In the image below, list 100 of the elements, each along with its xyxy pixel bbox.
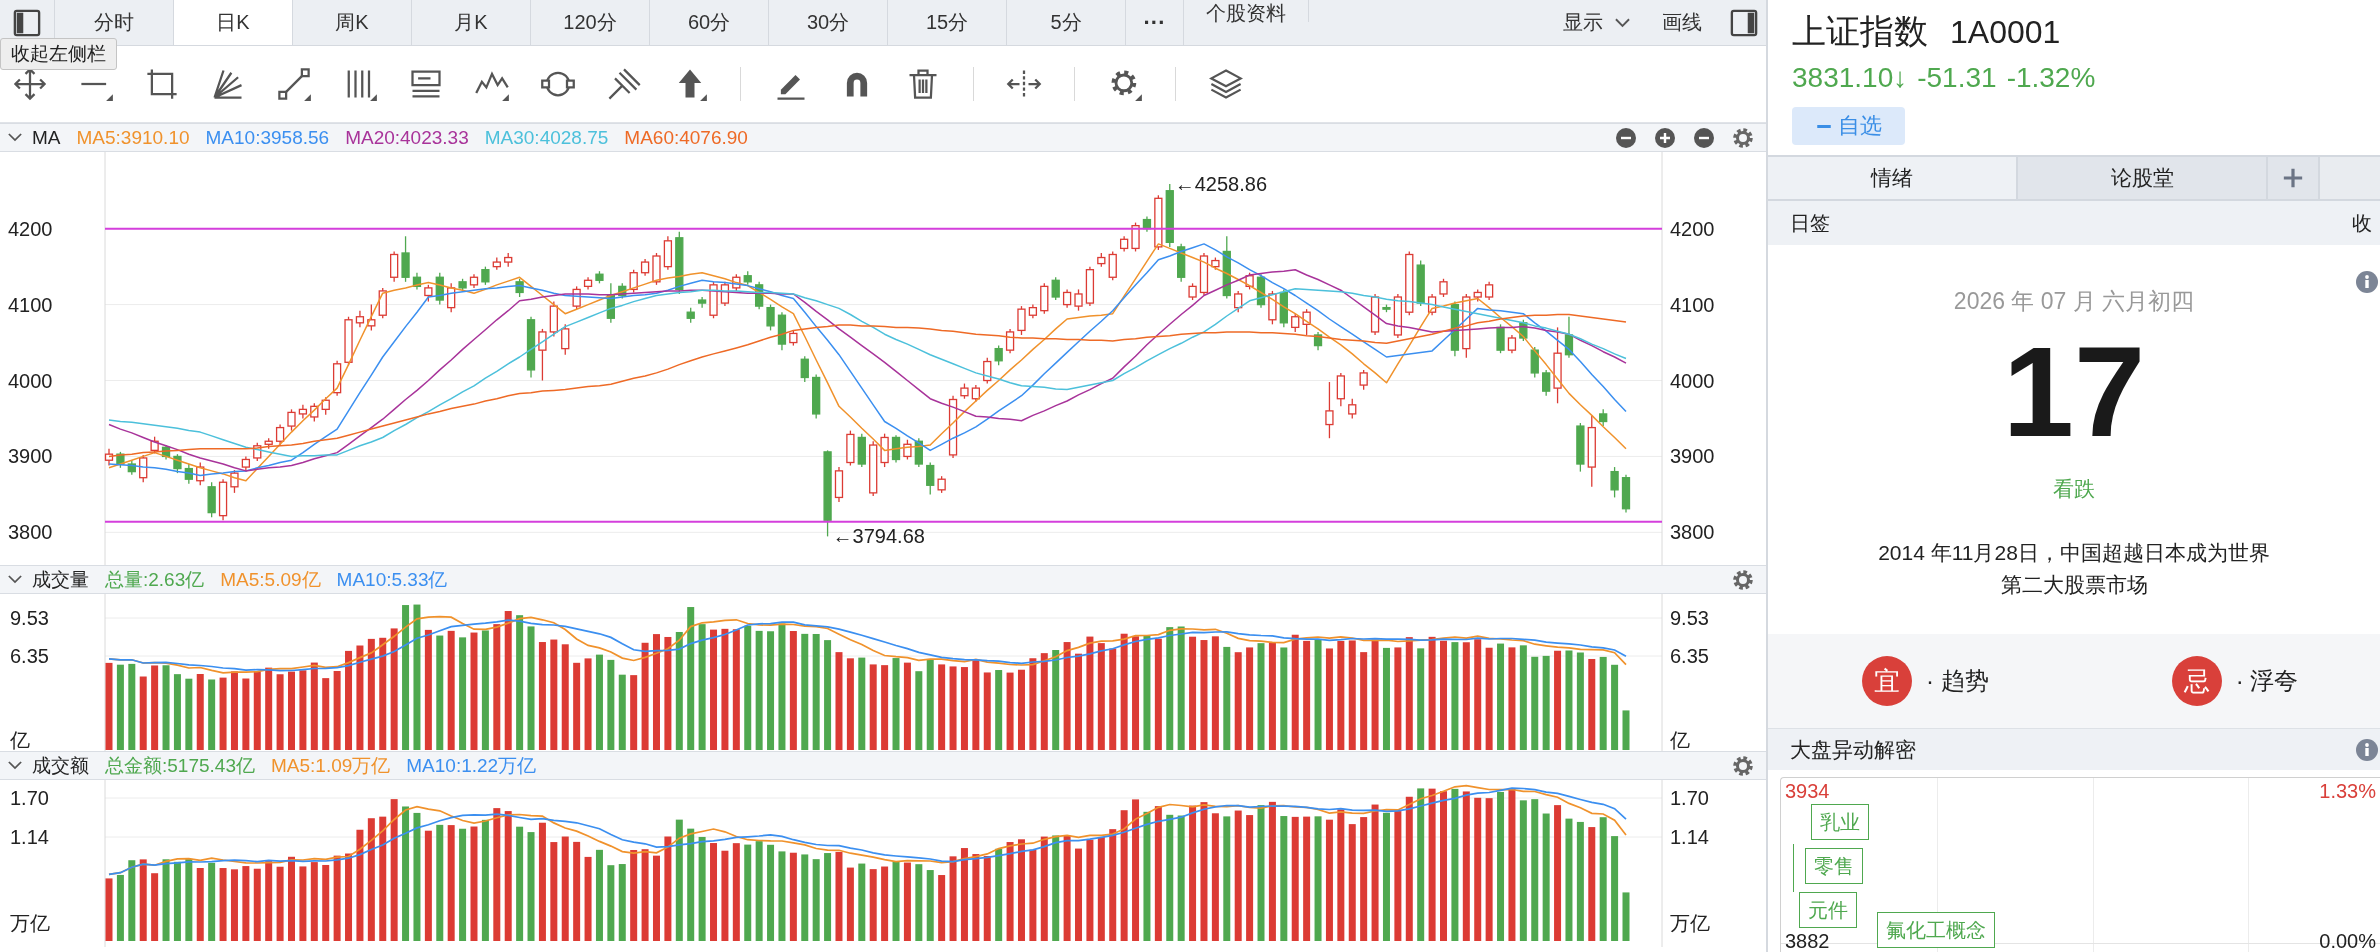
axis-label: 3900 [8, 445, 53, 468]
legend-item: MA20:4023.33 [345, 126, 469, 149]
candlestick [1439, 278, 1448, 298]
minus-circle-icon[interactable] [1693, 126, 1715, 149]
panel-toggle-icon[interactable] [1730, 8, 1758, 37]
candlestick [1234, 290, 1243, 313]
candlestick [1017, 305, 1026, 336]
axis-label: 亿 [10, 729, 30, 751]
add-tab-icon[interactable] [2282, 167, 2304, 189]
price-change: -51.31 [1917, 62, 1997, 94]
axis-label: 4100 [1670, 293, 1715, 316]
candlestick [1336, 372, 1345, 407]
candlestick [1291, 313, 1300, 333]
stock-code: 1A0001 [1950, 13, 2061, 51]
horizontal-line[interactable] [104, 227, 1663, 230]
price-value: 3831.10↓ [1792, 62, 1908, 94]
info-icon[interactable] [2356, 738, 2378, 761]
axis-label: 3900 [1670, 445, 1715, 468]
settings-icon[interactable] [1732, 754, 1754, 777]
axis-label: 亿 [1670, 729, 1690, 751]
period-tab[interactable]: 30分 [769, 0, 888, 45]
axis-label: 4200 [8, 217, 53, 240]
date-text: 2026 年 07 月 六月初四 [1953, 287, 2195, 316]
price-marker: ←4258.86 [1174, 173, 1268, 195]
period-tab[interactable]: 120分 [531, 0, 650, 45]
chevron-icon[interactable] [8, 761, 22, 770]
advice-text: · 趋势 [1926, 666, 1989, 696]
draw-lines-button[interactable]: 画线 [1662, 0, 1702, 45]
axis-label: 万亿 [1670, 912, 1710, 934]
candlestick [1325, 381, 1334, 439]
side-tab[interactable]: 论股堂 [2018, 157, 2268, 199]
period-tab[interactable]: 5分 [1007, 0, 1126, 45]
axis-label: 4200 [1670, 217, 1715, 240]
legend-item: MA5:1.09万亿 [270, 753, 391, 778]
pitchfork-icon[interactable] [606, 66, 642, 102]
axis-label: 9.53 [1670, 607, 1709, 629]
candlestick [230, 469, 239, 494]
legend-item: MA30:4028.75 [484, 126, 609, 149]
day-number: 17 [2002, 327, 2146, 457]
more-button[interactable]: ··· [1126, 0, 1184, 45]
axis-label: 9.53 [10, 607, 49, 629]
quote-text: 2014 年11月28日，中国超越日本成为世界第二大股票市场 [1877, 540, 2271, 598]
panel-title: 成交量 [32, 567, 89, 592]
candlestick [800, 355, 809, 383]
axis-label: 4000 [1670, 369, 1715, 392]
period-tab[interactable]: 周K [293, 0, 412, 45]
rectangle-icon[interactable] [144, 66, 180, 102]
stock-info-tab[interactable]: 个股资料 [1184, 0, 1309, 22]
minus-circle-icon[interactable] [1615, 126, 1637, 149]
leader-line [1793, 844, 1794, 892]
candlestick [1005, 328, 1015, 354]
candlestick [1359, 369, 1368, 391]
settings-icon[interactable] [1732, 126, 1754, 149]
candlestick [367, 303, 376, 332]
axis-label: 3800 [8, 521, 53, 544]
chevron-icon[interactable] [8, 133, 22, 142]
legend-item: MA60:4076.90 [624, 126, 748, 149]
line-segment-icon[interactable] [276, 66, 312, 102]
chart-value: 3882 [1785, 930, 1830, 952]
advice-badge: 忌 [2171, 656, 2222, 706]
legend-item: MA10:1.22万亿 [406, 753, 537, 778]
candlestick [1131, 221, 1140, 253]
display-menu-button[interactable]: 显示 [1563, 0, 1630, 45]
candlestick [1074, 288, 1083, 312]
candlestick [766, 303, 775, 332]
side-tab[interactable]: 情绪 [1768, 157, 2018, 199]
tooltip: 收起左侧栏 [0, 38, 117, 70]
candlestick [275, 423, 285, 446]
horizontal-line[interactable] [104, 520, 1663, 523]
legend-item: 总金额:5175.43亿 [105, 753, 255, 778]
minus-icon [1815, 124, 1832, 128]
candlestick [1062, 288, 1072, 309]
collapse-link[interactable]: 收 [2352, 209, 2372, 237]
axis-label: 4100 [8, 293, 53, 316]
legend-item: MA5:3910.10 [76, 126, 190, 149]
candlestick [903, 439, 912, 461]
chevron-icon [1615, 17, 1630, 28]
candlestick [481, 265, 490, 286]
info-icon[interactable] [2356, 271, 2378, 293]
advice-text: · 浮夸 [2235, 666, 2299, 696]
panel-title: 成交额 [32, 753, 89, 778]
period-tab[interactable]: 月K [412, 0, 531, 45]
axis-label: 3800 [1670, 521, 1715, 544]
candlestick [1108, 250, 1117, 281]
period-tab[interactable]: 60分 [650, 0, 769, 45]
period-tab[interactable]: 15分 [888, 0, 1007, 45]
sidebar-toggle-icon[interactable] [13, 8, 41, 37]
candlestick [629, 269, 638, 294]
candlestick [1484, 281, 1494, 301]
chart-value: 0.00% [2319, 930, 2376, 952]
axis-label: 6.35 [10, 645, 49, 667]
plus-circle-icon[interactable] [1654, 126, 1676, 149]
candlestick [1542, 369, 1551, 397]
chevron-icon[interactable] [8, 575, 22, 584]
period-tab[interactable]: 日K [174, 0, 293, 45]
section-title: 大盘异动解密 [1790, 736, 1916, 763]
candlestick [1496, 323, 1505, 354]
candlestick [891, 434, 901, 464]
settings-icon[interactable] [1732, 568, 1754, 591]
candlestick [1507, 334, 1517, 354]
